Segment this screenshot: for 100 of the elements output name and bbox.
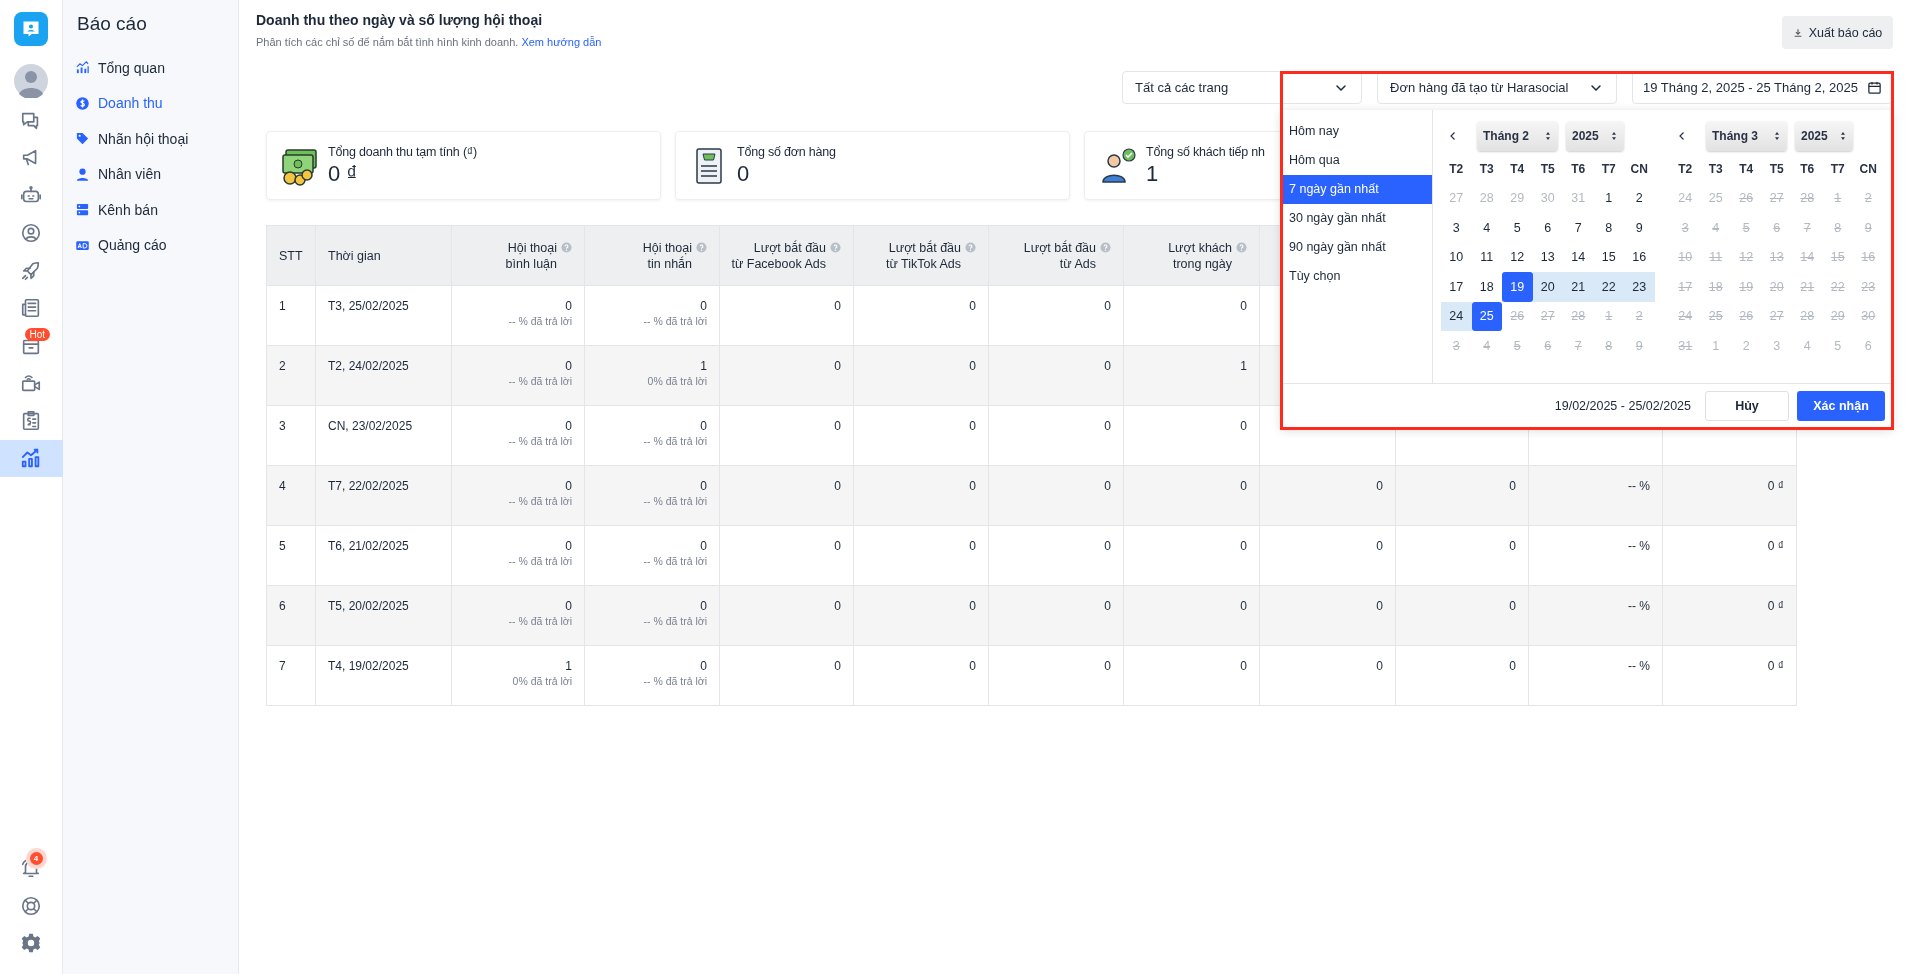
calendar-day[interactable]: 28 (1792, 301, 1823, 331)
calendar-day[interactable]: 11 (1471, 242, 1502, 272)
calendar-day[interactable]: 27 (1761, 183, 1792, 213)
calendar-day[interactable]: 13 (1761, 242, 1792, 272)
calendar-day[interactable]: 19 (1502, 272, 1533, 302)
calendar-day[interactable]: 24 (1670, 301, 1701, 331)
preset-option[interactable]: 7 ngày gần nhất (1281, 175, 1432, 204)
calendar-day[interactable]: 30 (1853, 301, 1884, 331)
calendar-day[interactable]: 3 (1761, 331, 1792, 361)
calendar-day[interactable]: 26 (1502, 301, 1533, 331)
calendar-day[interactable]: 29 (1502, 183, 1533, 213)
preset-option[interactable]: 90 ngày gần nhất (1281, 233, 1432, 262)
calendar-day[interactable]: 1 (1700, 331, 1731, 361)
cancel-button[interactable]: Hủy (1705, 391, 1789, 421)
preset-option[interactable]: Tùy chọn (1281, 262, 1432, 291)
calendar-day[interactable]: 14 (1563, 242, 1594, 272)
calendar-day[interactable]: 5 (1502, 331, 1533, 361)
calendar-day[interactable]: 22 (1822, 272, 1853, 302)
calendar-day[interactable]: 31 (1670, 331, 1701, 361)
calendar-day[interactable]: 2 (1731, 331, 1762, 361)
calendar-day[interactable]: 8 (1593, 331, 1624, 361)
calendar-day[interactable]: 6 (1532, 213, 1563, 243)
calendar-day[interactable]: 18 (1700, 272, 1731, 302)
calendar-day[interactable]: 26 (1731, 183, 1762, 213)
calendar-day[interactable]: 25 (1471, 301, 1502, 331)
calendar-day[interactable]: 5 (1731, 213, 1762, 243)
confirm-button[interactable]: Xác nhận (1797, 391, 1885, 421)
calendar-day[interactable]: 12 (1502, 242, 1533, 272)
calendar-day[interactable]: 6 (1761, 213, 1792, 243)
calendar-day[interactable]: 4 (1471, 213, 1502, 243)
sidebar-item[interactable]: Kênh bán (73, 192, 238, 228)
preset-option[interactable]: Hôm nay (1281, 117, 1432, 146)
calendar-day[interactable]: 6 (1853, 331, 1884, 361)
calendar-day[interactable]: 15 (1593, 242, 1624, 272)
nav-rail-item[interactable]: Hot (0, 327, 63, 365)
calendar-day[interactable]: 24 (1441, 301, 1472, 331)
calendar-day[interactable]: 4 (1471, 331, 1502, 361)
calendar-day[interactable]: 28 (1563, 301, 1594, 331)
page-select[interactable]: Tất cả các trang (1122, 71, 1362, 104)
nav-rail-item[interactable] (0, 439, 63, 477)
calendar-day[interactable]: 18 (1471, 272, 1502, 302)
calendar-day[interactable]: 4 (1792, 331, 1823, 361)
calendar-day[interactable]: 17 (1670, 272, 1701, 302)
year-select[interactable]: 2025 (1566, 121, 1624, 151)
calendar-day[interactable]: 7 (1563, 331, 1594, 361)
calendar-day[interactable]: 8 (1822, 213, 1853, 243)
calendar-day[interactable]: 5 (1502, 213, 1533, 243)
calendar-day[interactable]: 28 (1792, 183, 1823, 213)
preset-option[interactable]: 30 ngày gần nhất (1281, 204, 1432, 233)
calendar-day[interactable]: 2 (1624, 183, 1655, 213)
export-button[interactable]: Xuất báo cáo (1782, 16, 1893, 49)
calendar-day[interactable]: 30 (1532, 183, 1563, 213)
calendar-day[interactable]: 6 (1532, 331, 1563, 361)
calendar-day[interactable]: 3 (1441, 213, 1472, 243)
calendar-day[interactable]: 10 (1441, 242, 1472, 272)
calendar-day[interactable]: 8 (1593, 213, 1624, 243)
calendar-day[interactable]: 3 (1670, 213, 1701, 243)
calendar-day[interactable]: 9 (1624, 213, 1655, 243)
calendar-day[interactable]: 4 (1700, 213, 1731, 243)
year-select[interactable]: 2025 (1795, 121, 1853, 151)
calendar-day[interactable]: 26 (1731, 301, 1762, 331)
calendar-day[interactable]: 5 (1822, 331, 1853, 361)
calendar-day[interactable]: 11 (1700, 242, 1731, 272)
calendar-day[interactable]: 31 (1563, 183, 1594, 213)
calendar-day[interactable]: 15 (1822, 242, 1853, 272)
month-select[interactable]: Tháng 2 (1477, 121, 1558, 151)
calendar-day[interactable]: 21 (1792, 272, 1823, 302)
app-logo[interactable] (14, 12, 48, 46)
nav-rail-item[interactable]: 4 (0, 849, 63, 887)
calendar-day[interactable]: 24 (1670, 183, 1701, 213)
calendar-day[interactable]: 1 (1593, 183, 1624, 213)
calendar-day[interactable]: 13 (1532, 242, 1563, 272)
calendar-day[interactable]: 2 (1853, 183, 1884, 213)
calendar-day[interactable]: 28 (1471, 183, 1502, 213)
calendar-day[interactable]: 16 (1853, 242, 1884, 272)
calendar-day[interactable]: 16 (1624, 242, 1655, 272)
month-select[interactable]: Tháng 3 (1706, 121, 1787, 151)
guide-link[interactable]: Xem hướng dẫn (521, 36, 602, 48)
calendar-day[interactable]: 9 (1624, 331, 1655, 361)
calendar-day[interactable]: 1 (1822, 183, 1853, 213)
sidebar-item[interactable]: Doanh thu (73, 85, 238, 121)
calendar-day[interactable]: 7 (1792, 213, 1823, 243)
calendar-day[interactable]: 20 (1532, 272, 1563, 302)
sidebar-item[interactable]: Tổng quan (73, 50, 238, 86)
calendar-day[interactable]: 21 (1563, 272, 1594, 302)
calendar-day[interactable]: 27 (1761, 301, 1792, 331)
calendar-day[interactable]: 27 (1532, 301, 1563, 331)
calendar-day[interactable]: 7 (1563, 213, 1594, 243)
calendar-day[interactable]: 20 (1761, 272, 1792, 302)
calendar-day[interactable]: 12 (1731, 242, 1762, 272)
calendar-day[interactable]: 9 (1853, 213, 1884, 243)
calendar-day[interactable]: 2 (1624, 301, 1655, 331)
calendar-day[interactable]: 22 (1593, 272, 1624, 302)
calendar-day[interactable]: 19 (1731, 272, 1762, 302)
calendar-day[interactable]: 25 (1700, 301, 1731, 331)
sidebar-item[interactable]: Quảng cáo (73, 227, 238, 263)
sidebar-item[interactable]: Nhân viên (73, 156, 238, 192)
calendar-day[interactable]: 23 (1853, 272, 1884, 302)
calendar-day[interactable]: 29 (1822, 301, 1853, 331)
sidebar-item[interactable]: Nhãn hội thoại (73, 121, 238, 157)
